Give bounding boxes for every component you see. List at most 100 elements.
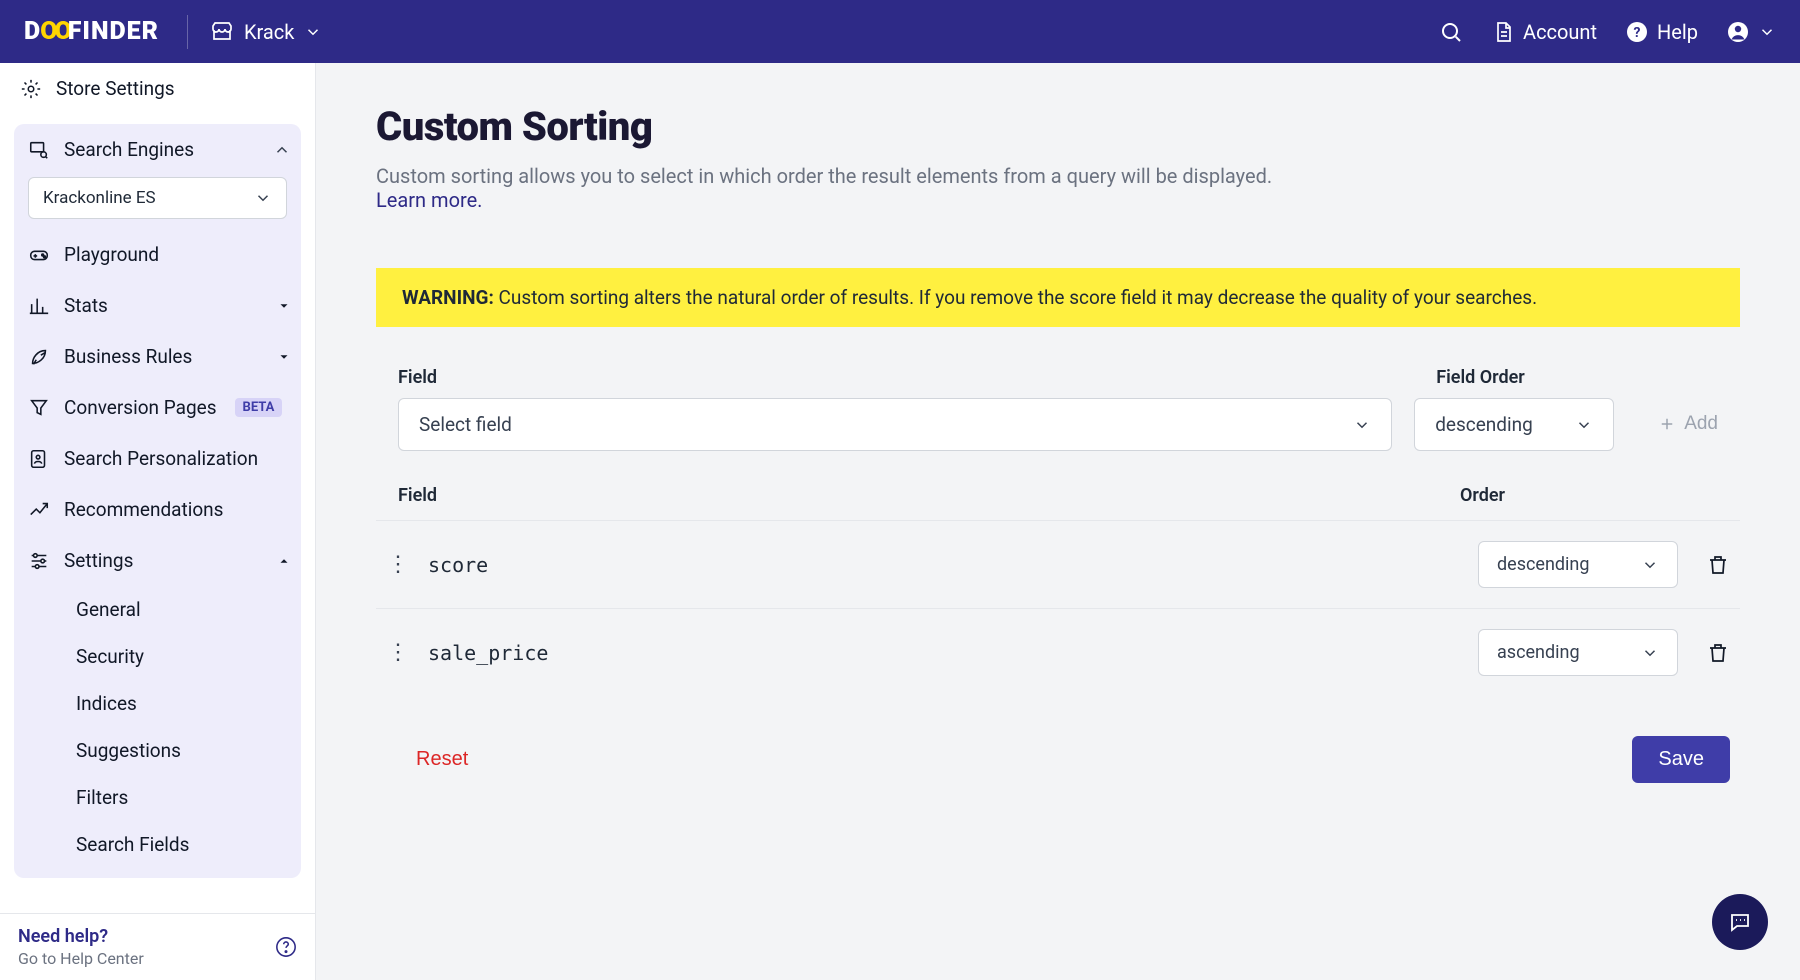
sidebar-item-search-engines[interactable]: Search Engines <box>14 124 301 175</box>
row-order-select[interactable]: descending <box>1478 541 1678 588</box>
sub-security[interactable]: Security <box>66 633 301 680</box>
recommendations-label: Recommendations <box>64 498 223 521</box>
sidebar-item-store-settings[interactable]: Store Settings <box>0 63 315 114</box>
help-link[interactable]: ? Help <box>1625 20 1698 44</box>
sidebar: Store Settings Search Engines Krackonlin… <box>0 63 316 980</box>
order-header: Order <box>1460 485 1740 506</box>
chevron-up-icon <box>273 141 291 159</box>
gear-icon <box>20 78 42 100</box>
user-menu[interactable] <box>1726 20 1776 44</box>
store-name: Krack <box>244 20 294 44</box>
storefront-icon <box>210 20 234 44</box>
sliders-icon <box>28 550 50 572</box>
field-order-label: Field Order <box>1436 367 1614 388</box>
business-rules-label: Business Rules <box>64 345 192 368</box>
warning-text: Custom sorting alters the natural order … <box>494 286 1537 309</box>
trash-icon[interactable] <box>1706 641 1730 665</box>
engine-selected-label: Krackonline ES <box>43 188 156 208</box>
field-header: Field <box>398 485 1460 506</box>
help-footer[interactable]: Need help? Go to Help Center <box>0 913 315 980</box>
sidebar-item-settings[interactable]: Settings <box>14 535 301 586</box>
chevron-down-icon <box>304 23 322 41</box>
divider <box>187 15 188 49</box>
store-settings-label: Store Settings <box>56 77 175 100</box>
field-label: Field <box>398 367 1392 388</box>
learn-more-link[interactable]: Learn more. <box>376 188 482 212</box>
add-button[interactable]: Add <box>1636 397 1740 451</box>
trend-icon <box>28 499 50 521</box>
add-sort-form: Field Select field Field Order descendin… <box>376 367 1740 451</box>
account-link[interactable]: Account <box>1491 20 1597 44</box>
add-button-label: Add <box>1684 413 1718 435</box>
field-select-value: Select field <box>419 413 512 436</box>
playground-label: Playground <box>64 243 159 266</box>
personalization-icon <box>28 448 50 470</box>
search-icon[interactable] <box>1439 20 1463 44</box>
caret-down-icon <box>277 350 291 364</box>
chat-icon <box>1728 910 1752 934</box>
warning-label: WARNING: <box>402 286 494 309</box>
page-desc-text: Custom sorting allows you to select in w… <box>376 164 1272 188</box>
row-field-name: sale_price <box>428 641 1478 665</box>
svg-text:?: ? <box>1634 25 1641 41</box>
sub-suggestions[interactable]: Suggestions <box>66 727 301 774</box>
chevron-down-icon <box>1575 416 1593 434</box>
conversion-label: Conversion Pages <box>64 396 217 419</box>
sort-row: sale_price ascending <box>376 608 1740 696</box>
sidebar-item-recommendations[interactable]: Recommendations <box>14 484 301 535</box>
sidebar-item-conversion[interactable]: Conversion Pages BETA <box>14 382 301 433</box>
order-select-value: descending <box>1435 413 1533 436</box>
sidebar-item-business-rules[interactable]: Business Rules <box>14 331 301 382</box>
page-desc: Custom sorting allows you to select in w… <box>376 164 1740 212</box>
row-order-select[interactable]: ascending <box>1478 629 1678 676</box>
sub-filters[interactable]: Filters <box>66 774 301 821</box>
save-button[interactable]: Save <box>1632 736 1730 783</box>
sub-search-fields[interactable]: Search Fields <box>66 821 301 868</box>
chevron-down-icon <box>1641 644 1659 662</box>
sub-indices[interactable]: Indices <box>66 680 301 727</box>
chevron-down-icon <box>254 189 272 207</box>
order-select[interactable]: descending <box>1414 398 1614 451</box>
personalization-label: Search Personalization <box>64 447 258 470</box>
sidebar-item-playground[interactable]: Playground <box>14 229 301 280</box>
chat-fab[interactable] <box>1712 894 1768 950</box>
brand-finder: FINDER <box>68 17 159 46</box>
list-headers: Field Order <box>376 485 1740 520</box>
stats-icon <box>28 295 50 317</box>
chevron-down-icon <box>1758 23 1776 41</box>
engine-select[interactable]: Krackonline ES <box>28 177 287 219</box>
search-engine-icon <box>28 139 50 161</box>
account-label: Account <box>1523 20 1597 44</box>
store-switcher[interactable]: Krack <box>210 20 322 44</box>
help-footer-title: Need help? <box>18 926 144 947</box>
trash-icon[interactable] <box>1706 553 1730 577</box>
sidebar-item-stats[interactable]: Stats <box>14 280 301 331</box>
reset-button[interactable]: Reset <box>416 736 468 783</box>
gamepad-icon <box>28 244 50 266</box>
row-field-name: score <box>428 553 1478 577</box>
row-order-value: ascending <box>1497 642 1580 663</box>
document-icon <box>1491 20 1515 44</box>
sidebar-item-personalization[interactable]: Search Personalization <box>14 433 301 484</box>
caret-up-icon <box>277 554 291 568</box>
drag-handle-icon[interactable] <box>386 554 410 576</box>
caret-down-icon <box>277 299 291 313</box>
sub-general[interactable]: General <box>66 586 301 633</box>
funnel-icon <box>28 397 50 419</box>
brand-logo[interactable]: DOOFINDER <box>24 17 159 46</box>
beta-badge: BETA <box>235 398 283 417</box>
topbar: DOOFINDER Krack Account ? Help <box>0 0 1800 63</box>
help-icon: ? <box>1625 20 1649 44</box>
page-title: Custom Sorting <box>376 103 1740 150</box>
chevron-down-icon <box>1641 556 1659 574</box>
form-actions: Reset Save <box>376 736 1740 783</box>
stats-label: Stats <box>64 294 108 317</box>
drag-handle-icon[interactable] <box>386 642 410 664</box>
chevron-down-icon <box>1353 416 1371 434</box>
help-label: Help <box>1657 20 1698 44</box>
warning-banner: WARNING: Custom sorting alters the natur… <box>376 268 1740 327</box>
user-icon <box>1726 20 1750 44</box>
brand-d: D <box>24 17 41 46</box>
field-select[interactable]: Select field <box>398 398 1392 451</box>
plus-icon <box>1658 415 1676 433</box>
